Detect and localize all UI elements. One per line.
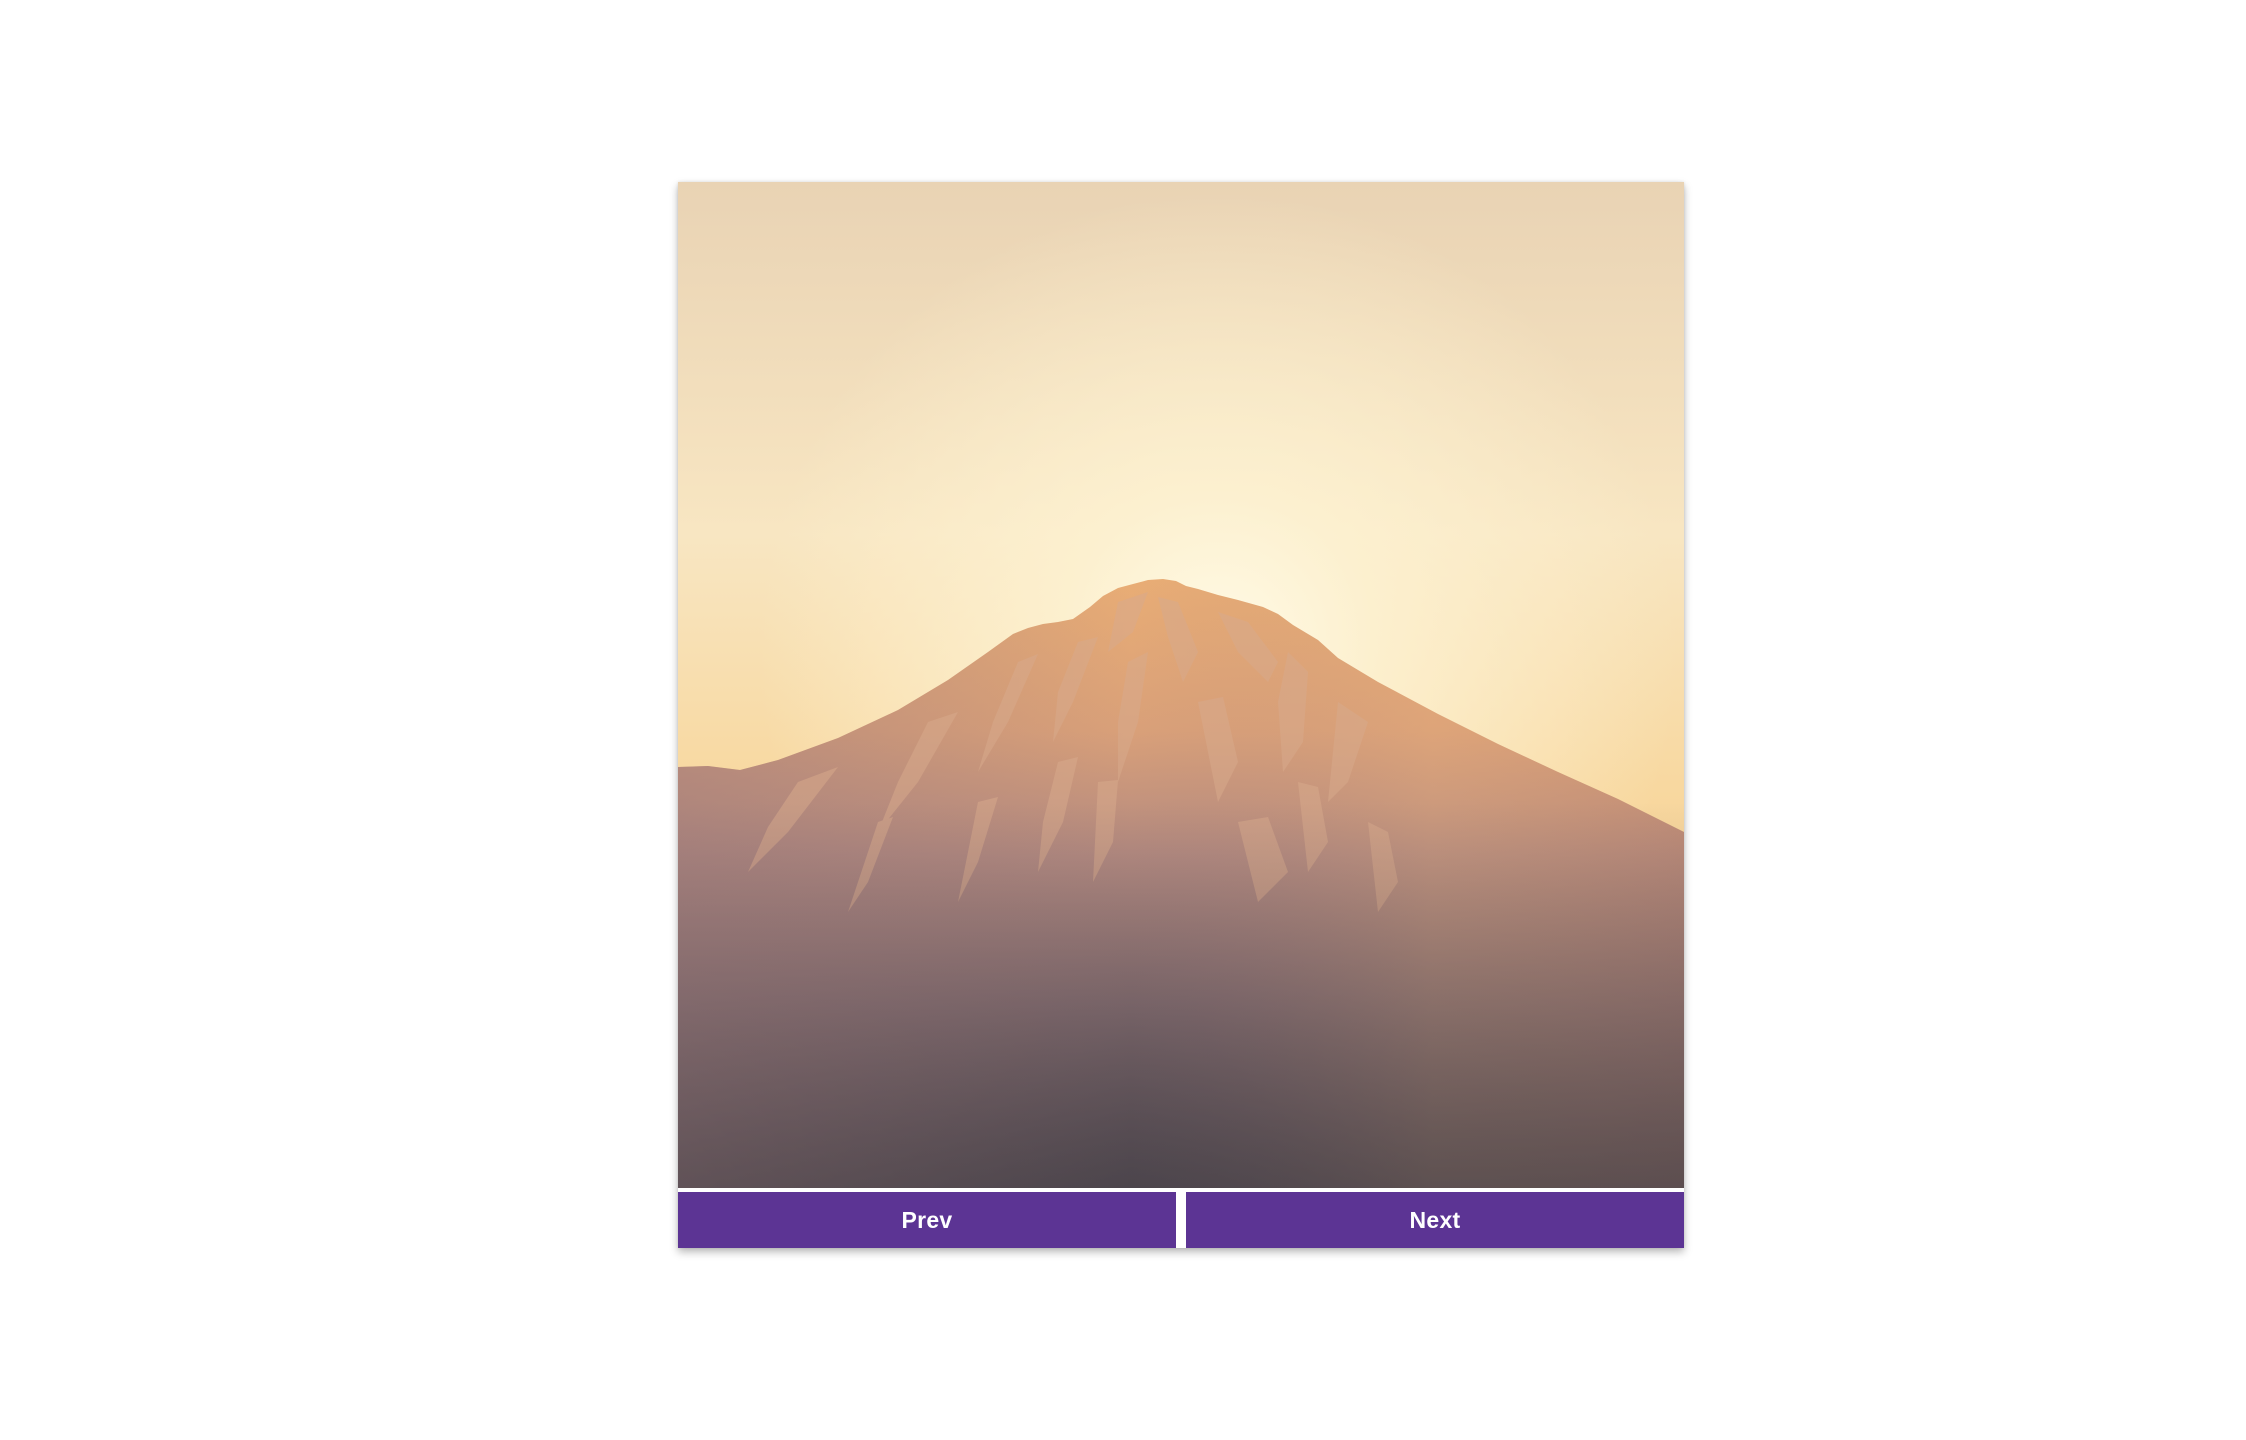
valley-haze	[678, 802, 1684, 1188]
carousel-slide-image	[678, 182, 1684, 1188]
image-carousel: Prev Next	[678, 182, 1684, 1248]
next-button[interactable]: Next	[1186, 1192, 1684, 1248]
mountain-sunset-image	[678, 182, 1684, 1188]
carousel-controls: Prev Next	[678, 1192, 1684, 1248]
prev-button[interactable]: Prev	[678, 1192, 1176, 1248]
